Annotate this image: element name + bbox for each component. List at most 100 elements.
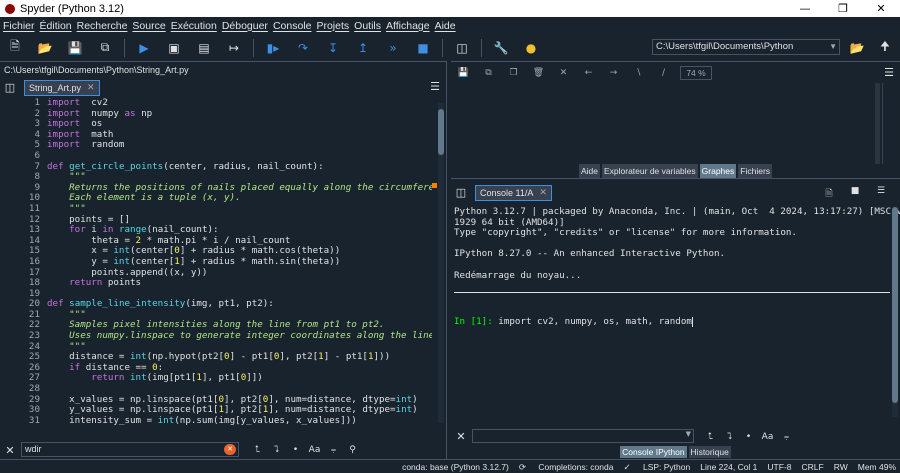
tab-history[interactable]: Historique: [688, 446, 731, 458]
menu-file[interactable]: Fichier: [3, 20, 35, 32]
ipython-console[interactable]: Python 3.12.7 | packaged by Anaconda, In…: [451, 203, 900, 428]
menu-projects[interactable]: Projets: [316, 20, 349, 32]
menu-search[interactable]: Recherche: [77, 20, 128, 32]
menu-run[interactable]: Exécution: [171, 20, 217, 32]
clear-find-icon[interactable]: ✕: [224, 444, 236, 455]
warning-marker-icon[interactable]: [432, 183, 437, 188]
status-conda-env[interactable]: conda: base (Python 3.12.7): [402, 461, 509, 473]
save-all-icon[interactable]: ⧉: [90, 34, 120, 61]
tab-variable-explorer[interactable]: Explorateur de variables: [601, 164, 698, 178]
close-tab-icon[interactable]: ✕: [87, 82, 95, 93]
scrollbar-thumb[interactable]: [892, 207, 898, 403]
run-cell-icon[interactable]: ▣: [159, 34, 189, 61]
whole-word-icon[interactable]: ⩦: [777, 432, 796, 442]
working-directory-combo[interactable]: C:\Users\tfgil\Documents\Python ▼: [652, 39, 840, 55]
plots-thumbnails[interactable]: [882, 83, 900, 164]
console-scrollbar[interactable]: [892, 207, 898, 417]
plots-scrollbar[interactable]: [875, 83, 880, 164]
close-icon[interactable]: ✕: [862, 0, 900, 17]
code-line: def sample_line_intensity(img, pt1, pt2)…: [47, 298, 432, 310]
step-out-icon[interactable]: ↥: [348, 34, 378, 61]
scrollbar-thumb[interactable]: [438, 109, 444, 155]
find-previous-icon[interactable]: ⮤: [701, 432, 720, 442]
menu-tools[interactable]: Outils: [354, 20, 381, 32]
menu-help[interactable]: Aide: [435, 20, 456, 32]
python-path-icon[interactable]: ●: [516, 34, 546, 61]
remove-plot-icon[interactable]: 🗑: [526, 68, 551, 78]
whole-word-icon[interactable]: ⩦: [324, 445, 343, 455]
browse-directory-icon[interactable]: 📂: [842, 34, 872, 61]
step-over-icon[interactable]: ↷: [288, 34, 318, 61]
code-token: y_values = np.linspace(pt1[: [47, 404, 219, 416]
continue-icon[interactable]: »: [378, 34, 408, 61]
previous-plot-icon[interactable]: ←: [576, 68, 601, 78]
copy-plot-icon[interactable]: ❐: [501, 68, 526, 78]
editor-scrollbar[interactable]: [438, 103, 444, 423]
console-stop-icon[interactable]: ■: [842, 186, 868, 202]
maximize-icon[interactable]: ❐: [824, 0, 862, 17]
save-plot-icon[interactable]: 💾: [451, 68, 476, 78]
next-plot-icon[interactable]: →: [601, 68, 626, 78]
run-icon[interactable]: ▶: [129, 34, 159, 61]
case-sensitive-icon[interactable]: Aa: [305, 445, 324, 455]
case-sensitive-icon[interactable]: Aa: [758, 432, 777, 442]
save-icon[interactable]: 💾: [60, 34, 90, 61]
close-find-icon[interactable]: ✕: [0, 444, 20, 457]
close-console-icon[interactable]: ✕: [539, 187, 547, 198]
zoom-level[interactable]: 74 %: [680, 65, 712, 80]
menu-consoles[interactable]: Console: [273, 20, 312, 32]
preferences-icon[interactable]: 🔧: [486, 34, 516, 61]
run-cell-advance-icon[interactable]: ▤: [189, 34, 219, 61]
menu-debug[interactable]: Déboguer: [222, 20, 268, 32]
pane-splitter[interactable]: [446, 61, 450, 473]
chevron-down-icon[interactable]: ▼: [686, 430, 691, 438]
regex-icon[interactable]: •: [739, 432, 758, 442]
find-next-icon[interactable]: ⮧: [267, 445, 286, 455]
find-input[interactable]: wdir ✕: [21, 442, 239, 457]
console-tab[interactable]: Console 11/A ✕: [475, 184, 552, 201]
open-file-icon[interactable]: 📂: [30, 34, 60, 61]
code-token: for: [47, 224, 86, 236]
close-console-find-icon[interactable]: ✕: [451, 430, 471, 443]
browse-consoles-icon[interactable]: ◫: [451, 186, 471, 199]
code-content[interactable]: import cv2 import numpy as np import os imp…: [47, 98, 432, 426]
parent-directory-icon[interactable]: 🠉: [870, 34, 900, 61]
line-number: 11: [28, 202, 40, 214]
editor-find-bar: ✕ wdir ✕ ⮤ ⮧ • Aa ⩦ ⚲: [0, 441, 446, 459]
console-input[interactable]: import cv2, numpy, os, math, random: [498, 316, 692, 327]
tab-files[interactable]: Fichiers: [738, 164, 773, 178]
console-find-input[interactable]: ▼: [472, 429, 694, 443]
remove-all-plots-icon[interactable]: ✕: [551, 68, 576, 78]
status-lsp[interactable]: ✓ LSP: Python: [623, 461, 690, 473]
tab-plots[interactable]: Graphes: [699, 164, 737, 178]
minimize-icon[interactable]: —: [786, 0, 824, 17]
browse-tabs-icon[interactable]: ◫: [0, 81, 20, 94]
console-input-line[interactable]: In [1]: import cv2, numpy, os, math, ran…: [454, 316, 693, 327]
maximize-pane-icon[interactable]: ◫: [447, 34, 477, 61]
zoom-out-icon[interactable]: ∖: [626, 68, 651, 78]
console-options-menu-icon[interactable]: ☰: [868, 186, 894, 202]
search-icon[interactable]: ⚲: [343, 445, 362, 455]
regex-icon[interactable]: •: [286, 445, 305, 455]
tab-ipython-console[interactable]: Console IPython: [620, 446, 687, 458]
save-all-plots-icon[interactable]: ⧉: [476, 68, 501, 78]
zoom-in-icon[interactable]: ∕: [651, 68, 676, 78]
plots-options-menu-icon[interactable]: ☰: [884, 66, 894, 79]
menu-edit[interactable]: Édition: [40, 20, 72, 32]
find-next-icon[interactable]: ⮧: [720, 432, 739, 442]
chevron-down-icon[interactable]: ▼: [829, 40, 837, 54]
code-editor[interactable]: 1 2 3 4 5 6 7 8 9 10 11 12 13 14 15 16 17 18 19 20 21 22 23 24 2…: [0, 98, 446, 431]
stop-icon[interactable]: ■: [408, 34, 438, 61]
tab-help[interactable]: Aide: [578, 164, 600, 178]
status-completions[interactable]: ⟳ Completions: conda: [519, 461, 614, 473]
console-env-icon[interactable]: 🗎: [816, 186, 842, 202]
step-into-icon[interactable]: ↧: [318, 34, 348, 61]
editor-tab-string-art[interactable]: String_Art.py ✕: [24, 79, 100, 96]
new-file-icon[interactable]: 🗎: [0, 34, 30, 61]
find-previous-icon[interactable]: ⮤: [248, 445, 267, 455]
editor-options-menu-icon[interactable]: ☰: [430, 80, 440, 93]
debug-icon[interactable]: ▮▸: [258, 34, 288, 61]
run-selection-icon[interactable]: ↦: [219, 34, 249, 61]
menu-view[interactable]: Affichage: [386, 20, 430, 32]
menu-source[interactable]: Source: [132, 20, 165, 32]
